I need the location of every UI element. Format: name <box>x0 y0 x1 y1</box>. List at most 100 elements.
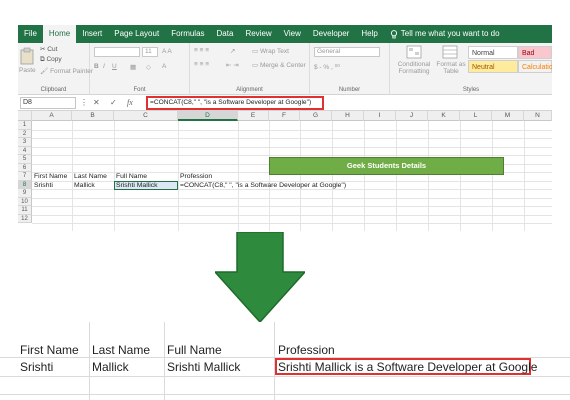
column-header-c[interactable]: C <box>114 111 178 121</box>
merge-center-button[interactable]: ▭ Merge & Center <box>252 61 306 69</box>
row-header-11[interactable]: 11 <box>18 206 32 215</box>
column-header-m[interactable]: M <box>492 111 524 121</box>
cell-a7[interactable]: First Name <box>34 173 67 181</box>
format-as-table-icon[interactable] <box>442 45 458 59</box>
cell-a8[interactable]: Srishti <box>34 182 53 190</box>
orientation-button[interactable]: ↗ <box>230 47 235 55</box>
font-size-select[interactable]: 11 <box>142 47 158 57</box>
style-calculation[interactable]: Calculation <box>518 60 552 73</box>
tab-review[interactable]: Review <box>239 25 277 43</box>
tab-home[interactable]: Home <box>42 25 77 43</box>
style-neutral[interactable]: Neutral <box>468 60 518 73</box>
column-header-e[interactable]: E <box>238 111 269 121</box>
number-group-label: Number <box>338 87 361 93</box>
excel-window: File Home Insert Page Layout Formulas Da… <box>18 25 552 231</box>
row-header-3[interactable]: 3 <box>18 138 32 147</box>
column-header-b[interactable]: B <box>72 111 114 121</box>
paste-icon[interactable] <box>20 47 34 65</box>
gridline <box>0 394 570 395</box>
gridline <box>0 376 570 377</box>
column-header-k[interactable]: K <box>428 111 460 121</box>
select-all-corner[interactable] <box>18 111 32 121</box>
fill-color-button[interactable]: ◇ <box>146 63 151 71</box>
tab-view[interactable]: View <box>278 25 307 43</box>
row-header-7[interactable]: 7 <box>18 172 32 181</box>
tab-data[interactable]: Data <box>211 25 240 43</box>
tab-formulas[interactable]: Formulas <box>165 25 210 43</box>
cell-d8[interactable]: =CONCAT(C8," ", "is a Software Developer… <box>180 182 346 190</box>
font-color-button[interactable]: A <box>162 63 166 70</box>
tab-file[interactable]: File <box>18 25 43 43</box>
column-header-l[interactable]: L <box>460 111 492 121</box>
tab-help[interactable]: Help <box>355 25 383 43</box>
gridline <box>428 121 429 231</box>
column-header-h[interactable]: H <box>332 111 364 121</box>
row-header-10[interactable]: 10 <box>18 197 32 206</box>
conditional-formatting-button[interactable]: Conditional Formatting <box>392 61 436 75</box>
style-normal[interactable]: Normal <box>468 46 518 59</box>
cancel-icon[interactable]: ✕ <box>93 97 100 109</box>
formula-input[interactable]: =CONCAT(C8," ", "is a Software Developer… <box>146 96 324 110</box>
column-header-i[interactable]: I <box>364 111 396 121</box>
sheet-title-banner[interactable]: Geek Students Details <box>269 157 504 175</box>
gridline <box>89 322 90 400</box>
column-header-row: A B C D E F G H I J K L M N <box>18 111 552 121</box>
format-painter-button[interactable]: 🖌 Format Painter <box>40 67 93 75</box>
formula-bar: D8 ⋮ ✕ ✓ fx =CONCAT(C8," ", "is a Softwa… <box>18 95 552 111</box>
row-header-4[interactable]: 4 <box>18 146 32 155</box>
align-left-buttons[interactable]: ≡ ≡ ≡ <box>194 61 209 68</box>
enter-icon[interactable]: ✓ <box>110 97 117 109</box>
gridline <box>238 121 239 231</box>
row-header-12[interactable]: 12 <box>18 214 32 223</box>
column-header-d[interactable]: D <box>178 111 238 121</box>
column-header-j[interactable]: J <box>396 111 428 121</box>
column-header-a[interactable]: A <box>32 111 72 121</box>
name-box-dropdown-icon[interactable]: ⋮ <box>80 97 88 109</box>
border-button[interactable]: ▦ <box>130 63 136 71</box>
paste-button[interactable]: Paste <box>19 67 36 74</box>
column-header-n[interactable]: N <box>524 111 552 121</box>
italic-button[interactable]: I <box>103 63 105 70</box>
insert-function-icon[interactable]: fx <box>127 97 133 109</box>
number-group: General $ - % , ⁰⁰ Number <box>310 43 390 95</box>
tab-insert[interactable]: Insert <box>76 25 108 43</box>
indent-buttons[interactable]: ⇤ ⇥ <box>226 61 239 69</box>
gridline <box>32 214 552 216</box>
cell-d7[interactable]: Profession <box>180 173 212 181</box>
bold-button[interactable]: B <box>94 63 99 70</box>
tab-developer[interactable]: Developer <box>307 25 355 43</box>
cell-b8[interactable]: Mallick <box>74 182 95 190</box>
number-format-select[interactable]: General <box>314 47 380 57</box>
wrap-text-button[interactable]: ▭ Wrap Text <box>252 47 289 55</box>
align-top-buttons[interactable]: ≡ ≡ ≡ <box>194 47 209 54</box>
font-name-select[interactable] <box>94 47 140 57</box>
tell-me-label: Tell me what you want to do <box>400 29 500 38</box>
conditional-formatting-icon[interactable] <box>406 45 422 59</box>
font-grow-buttons[interactable]: A A <box>162 48 172 55</box>
cell-b7[interactable]: Last Name <box>74 173 107 181</box>
tab-page-layout[interactable]: Page Layout <box>108 25 165 43</box>
row-header-8[interactable]: 8 <box>18 180 32 189</box>
styles-group-label: Styles <box>462 87 480 93</box>
column-header-f[interactable]: F <box>269 111 300 121</box>
tell-me-box[interactable]: Tell me what you want to do <box>384 25 506 43</box>
column-header-g[interactable]: G <box>300 111 332 121</box>
gridline <box>32 197 552 199</box>
format-painter-label: Format Painter <box>50 68 94 75</box>
gridline <box>332 121 333 231</box>
cell-c8[interactable]: Srishti Mallick <box>116 182 158 190</box>
row-header-5[interactable]: 5 <box>18 155 32 164</box>
row-header-9[interactable]: 9 <box>18 189 32 198</box>
copy-button[interactable]: ⧉ Copy <box>40 56 62 64</box>
row-header-1[interactable]: 1 <box>18 121 32 130</box>
row-header-2[interactable]: 2 <box>18 129 32 138</box>
cut-button[interactable]: ✂ Cut <box>40 45 57 53</box>
result-header-profession: Profession <box>278 343 335 357</box>
number-format-buttons[interactable]: $ - % , ⁰⁰ <box>314 63 340 71</box>
row-header-6[interactable]: 6 <box>18 163 32 172</box>
worksheet-grid[interactable]: A B C D E F G H I J K L M N 1 2 3 4 5 6 … <box>18 111 552 231</box>
format-as-table-button[interactable]: Format as Table <box>436 61 466 75</box>
name-box[interactable]: D8 <box>20 97 76 109</box>
underline-button[interactable]: U <box>112 63 117 70</box>
style-bad[interactable]: Bad <box>518 46 552 59</box>
